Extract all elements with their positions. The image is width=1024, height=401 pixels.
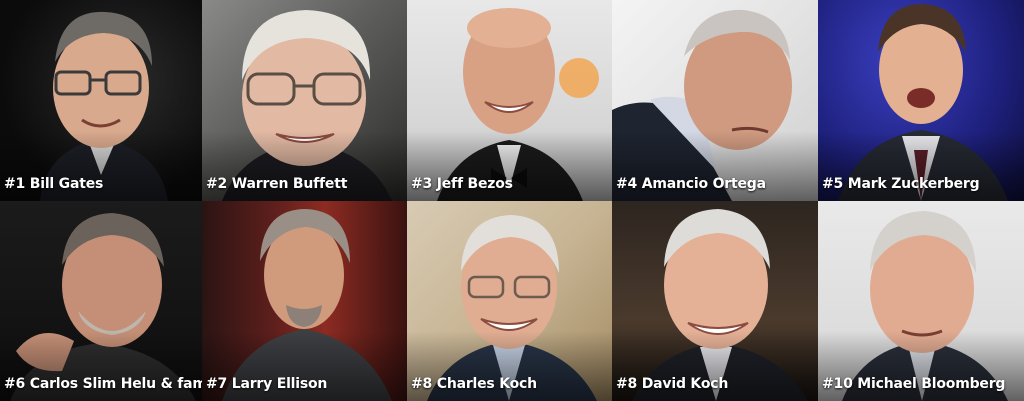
person-name-caption: #5 Mark Zuckerberg bbox=[822, 176, 980, 192]
person-name-caption: #6 Carlos Slim Helu & family bbox=[4, 376, 202, 392]
person-name-caption: #8 David Koch bbox=[616, 376, 729, 392]
person-card-warren-buffett[interactable]: #2 Warren Buffett bbox=[202, 0, 407, 201]
person-card-jeff-bezos[interactable]: #3 Jeff Bezos bbox=[407, 0, 612, 201]
person-card-david-koch[interactable]: #8 David Koch bbox=[612, 201, 818, 401]
person-name-caption: #3 Jeff Bezos bbox=[411, 176, 513, 192]
person-name-caption: #4 Amancio Ortega bbox=[616, 176, 766, 192]
person-name-caption: #7 Larry Ellison bbox=[206, 376, 328, 392]
person-name-caption: #10 Michael Bloomberg bbox=[822, 376, 1006, 392]
person-card-carlos-slim-helu[interactable]: #6 Carlos Slim Helu & family bbox=[0, 201, 202, 401]
person-name-caption: #8 Charles Koch bbox=[411, 376, 537, 392]
person-card-michael-bloomberg[interactable]: #10 Michael Bloomberg bbox=[818, 201, 1024, 401]
billionaires-grid: #1 Bill Gates #2 Warren Buffett #3 Jeff bbox=[0, 0, 1024, 401]
person-name-caption: #1 Bill Gates bbox=[4, 176, 104, 192]
person-card-charles-koch[interactable]: #8 Charles Koch bbox=[407, 201, 612, 401]
person-card-larry-ellison[interactable]: #7 Larry Ellison bbox=[202, 201, 407, 401]
person-name-caption: #2 Warren Buffett bbox=[206, 176, 348, 192]
person-card-mark-zuckerberg[interactable]: #5 Mark Zuckerberg bbox=[818, 0, 1024, 201]
person-card-bill-gates[interactable]: #1 Bill Gates bbox=[0, 0, 202, 201]
person-card-amancio-ortega[interactable]: #4 Amancio Ortega bbox=[612, 0, 818, 201]
